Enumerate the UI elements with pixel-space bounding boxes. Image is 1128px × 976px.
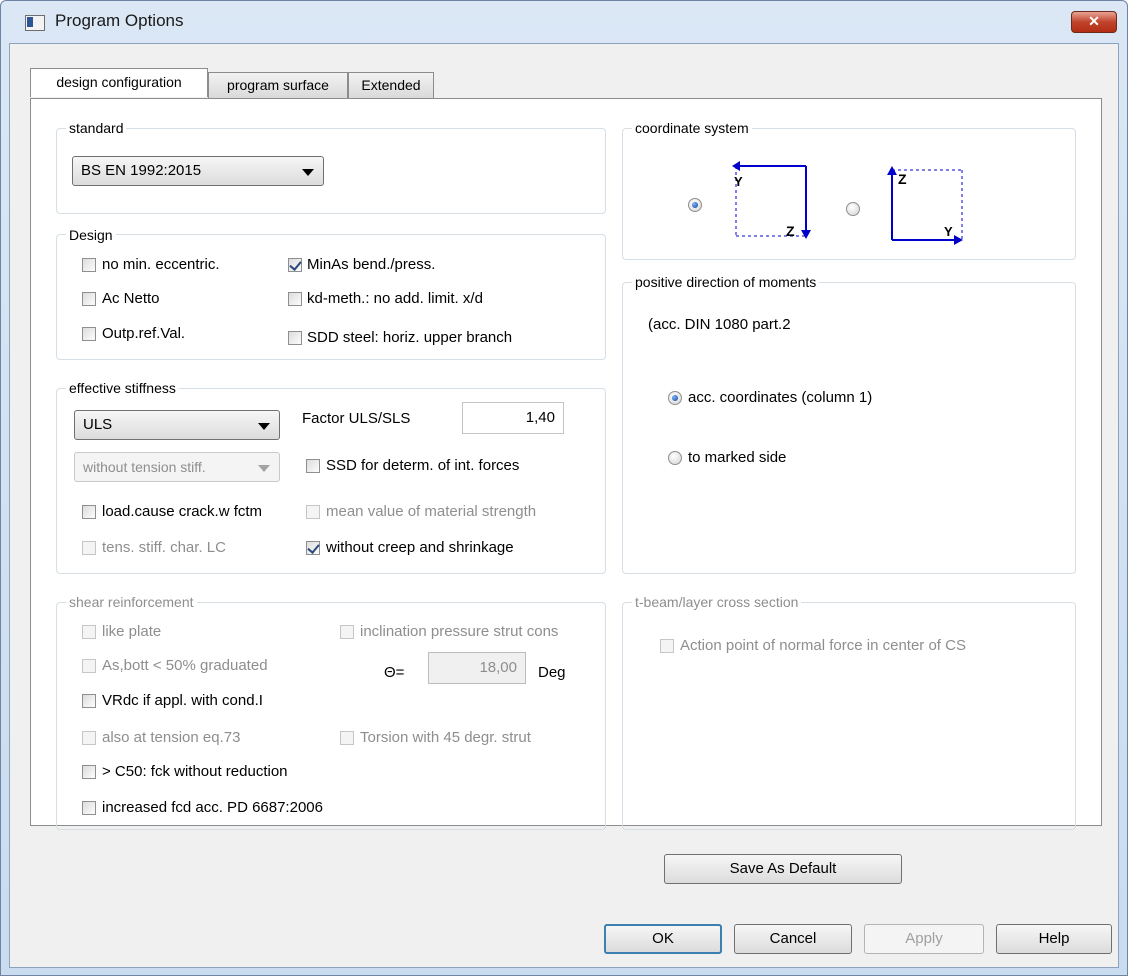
- coordinate-option-1-radio[interactable]: [688, 198, 702, 212]
- kd-meth-label: kd-meth.: no add. limit. x/d: [307, 290, 483, 307]
- tens-stiff-char-lc-checkbox[interactable]: [82, 541, 96, 555]
- axis-y-label: Y: [944, 224, 953, 239]
- app-icon: [25, 15, 45, 31]
- check-icon: [289, 258, 302, 271]
- design-group-label: Design: [66, 227, 116, 243]
- check-icon: [307, 541, 320, 554]
- cancel-button[interactable]: Cancel: [734, 924, 852, 954]
- radio-selected-dot: [692, 202, 698, 208]
- outp-ref-val-label: Outp.ref.Val.: [102, 325, 186, 342]
- limit-state-select[interactable]: ULS: [74, 410, 280, 440]
- theta-input[interactable]: 18,00: [428, 652, 526, 684]
- load-cause-crack-label: load.cause crack.w fctm: [102, 503, 263, 520]
- chevron-down-icon: [302, 169, 314, 176]
- tension-eq73-label: also at tension eq.73: [102, 729, 241, 746]
- tab-extended[interactable]: Extended: [348, 72, 434, 98]
- ssd-int-forces-label: SSD for determ. of int. forces: [326, 457, 520, 474]
- moments-group-label: positive direction of moments: [632, 274, 820, 290]
- increased-fcd-label: increased fcd acc. PD 6687:2006: [102, 799, 323, 816]
- load-cause-crack-checkbox[interactable]: [82, 505, 96, 519]
- vrdc-checkbox[interactable]: [82, 694, 96, 708]
- radio-selected-dot: [672, 395, 678, 401]
- ssd-int-forces-checkbox[interactable]: [306, 459, 320, 473]
- like-plate-checkbox[interactable]: [82, 625, 96, 639]
- kd-meth-checkbox[interactable]: [288, 292, 302, 306]
- tbeam-group-label: t-beam/layer cross section: [632, 594, 802, 610]
- apply-button[interactable]: Apply: [864, 924, 984, 954]
- without-creep-checkbox[interactable]: [306, 541, 320, 555]
- moments-coordinates-label: acc. coordinates (column 1): [688, 389, 873, 406]
- coordinate-diagram-2: Z Y: [887, 166, 963, 245]
- torsion-45-checkbox[interactable]: [340, 731, 354, 745]
- tens-stiff-char-lc-label: tens. stiff. char. LC: [102, 539, 226, 556]
- c50-fck-label: > C50: fck without reduction: [102, 763, 288, 780]
- limit-state-value: ULS: [83, 416, 113, 433]
- action-point-label: Action point of normal force in center o…: [680, 637, 966, 654]
- factor-uls-sls-input[interactable]: 1,40: [462, 402, 564, 434]
- window-title: Program Options: [55, 11, 184, 30]
- tension-stiffening-select[interactable]: without tension stiff.: [74, 452, 280, 482]
- tension-eq73-checkbox[interactable]: [82, 731, 96, 745]
- standard-select[interactable]: BS EN 1992:2015: [72, 156, 324, 186]
- torsion-45-label: Torsion with 45 degr. strut: [360, 729, 531, 746]
- minas-bend-press-label: MinAs bend./press.: [307, 256, 436, 273]
- mean-material-strength-checkbox[interactable]: [306, 505, 320, 519]
- coordinate-system-group: [622, 128, 1076, 260]
- help-button[interactable]: Help: [996, 924, 1112, 954]
- moments-reference: (acc. DIN 1080 part.2: [648, 316, 791, 333]
- close-button[interactable]: ✕: [1071, 11, 1117, 33]
- increased-fcd-checkbox[interactable]: [82, 801, 96, 815]
- mean-material-strength-label: mean value of material strength: [326, 503, 537, 520]
- action-point-checkbox[interactable]: [660, 639, 674, 653]
- axis-y-label: Y: [734, 174, 743, 189]
- c50-fck-checkbox[interactable]: [82, 765, 96, 779]
- standard-select-value: BS EN 1992:2015: [81, 162, 202, 179]
- theta-unit: Deg: [538, 664, 566, 681]
- no-min-eccentric-checkbox[interactable]: [82, 258, 96, 272]
- effective-stiffness-label: effective stiffness: [66, 380, 179, 396]
- axis-z-label: Z: [898, 171, 907, 187]
- ac-netto-checkbox[interactable]: [82, 292, 96, 306]
- as-bott-graduated-label: As,bott < 50% graduated: [102, 657, 268, 674]
- save-as-default-button[interactable]: Save As Default: [664, 854, 902, 884]
- tension-stiffening-value: without tension stiff.: [83, 459, 206, 475]
- tab-design-configuration[interactable]: design configuration: [30, 68, 208, 97]
- without-creep-label: without creep and shrinkage: [326, 539, 514, 556]
- minas-bend-press-checkbox[interactable]: [288, 258, 302, 272]
- moments-marked-side-radio[interactable]: [668, 451, 682, 465]
- shear-reinforcement-label: shear reinforcement: [66, 594, 197, 610]
- factor-uls-sls-label: Factor ULS/SLS: [302, 410, 411, 427]
- ac-netto-label: Ac Netto: [102, 290, 160, 307]
- no-min-eccentric-label: no min. eccentric.: [102, 256, 220, 273]
- coordinate-option-2-radio[interactable]: [846, 202, 860, 216]
- vrdc-label: VRdc if appl. with cond.I: [102, 692, 263, 709]
- tab-program-surface[interactable]: program surface: [208, 72, 348, 98]
- inclination-strut-label: inclination pressure strut cons: [360, 623, 559, 640]
- moments-marked-side-label: to marked side: [688, 449, 787, 466]
- axis-z-label: Z: [786, 223, 795, 239]
- title-bar[interactable]: Program Options ✕: [1, 1, 1127, 43]
- inclination-strut-checkbox[interactable]: [340, 625, 354, 639]
- chevron-down-icon: [258, 465, 270, 472]
- coordinate-system-label: coordinate system: [632, 120, 752, 136]
- moments-coordinates-radio[interactable]: [668, 391, 682, 405]
- as-bott-graduated-checkbox[interactable]: [82, 659, 96, 673]
- standard-group-label: standard: [66, 120, 127, 136]
- sdd-steel-checkbox[interactable]: [288, 331, 302, 345]
- coordinate-diagram-1: Y Z: [732, 161, 811, 239]
- ok-button[interactable]: OK: [604, 924, 722, 954]
- theta-label: Θ=: [384, 664, 405, 681]
- like-plate-label: like plate: [102, 623, 162, 640]
- chevron-down-icon: [258, 423, 270, 430]
- outp-ref-val-checkbox[interactable]: [82, 327, 96, 341]
- sdd-steel-label: SDD steel: horiz. upper branch: [307, 329, 513, 346]
